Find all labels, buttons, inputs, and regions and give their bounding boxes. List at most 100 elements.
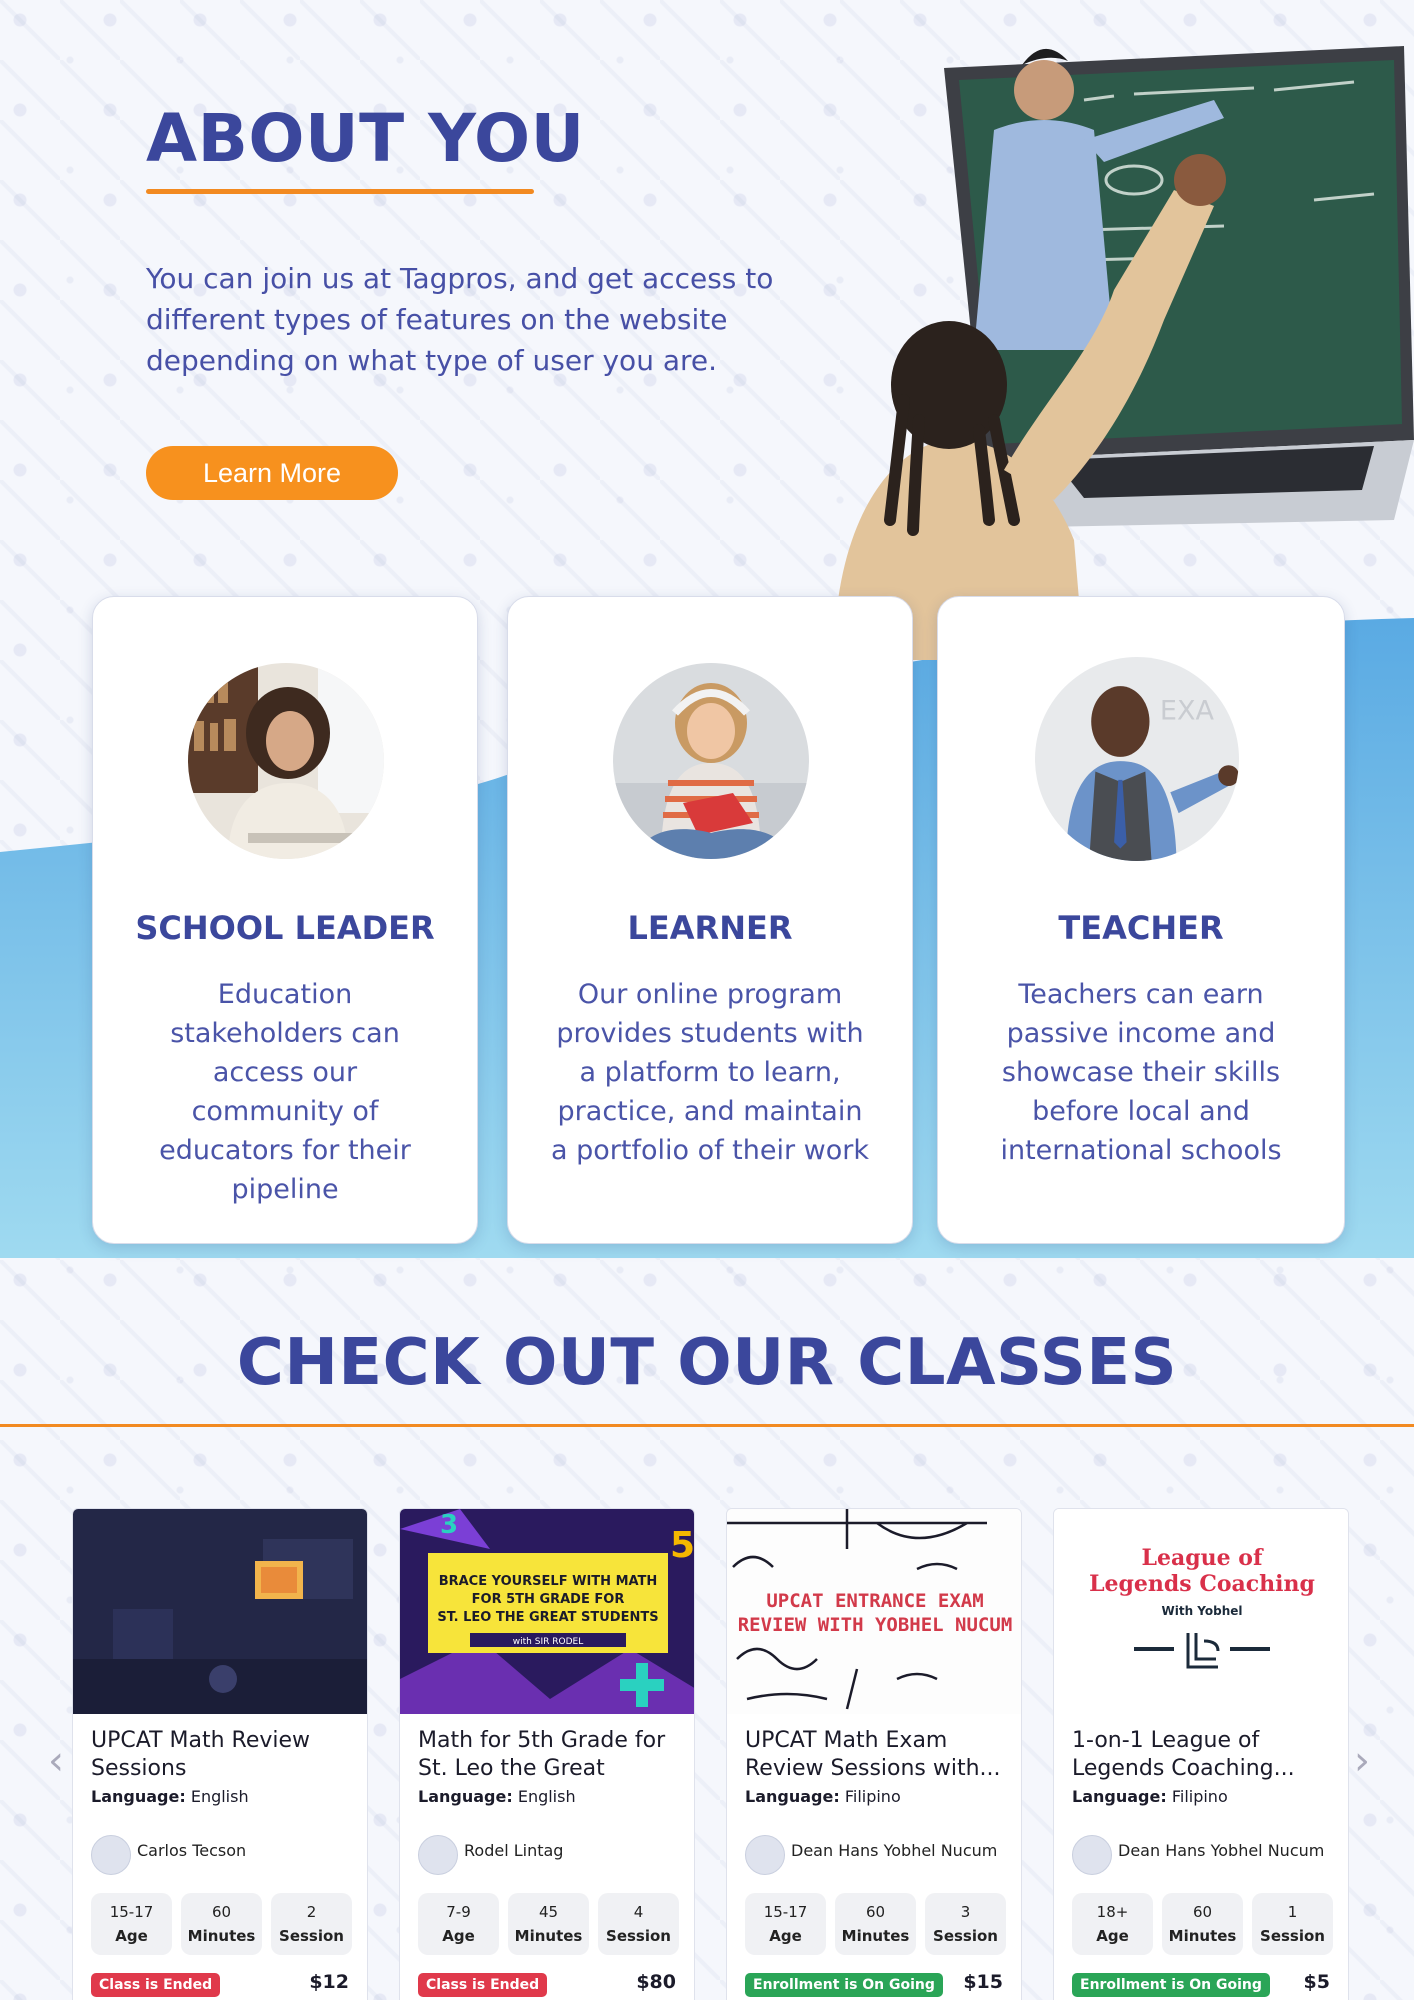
stat-label: Minutes xyxy=(841,1927,910,1945)
language-value: Filipino xyxy=(844,1787,901,1806)
role-description: Education stakeholders can access our co… xyxy=(159,979,411,1205)
stat-age: 15-17 Age xyxy=(745,1893,826,1955)
class-price: $80 xyxy=(636,1971,676,1993)
status-badge: Enrollment is On Going xyxy=(745,1973,943,1997)
thumbnail-banner-with: with SIR RODEL xyxy=(513,1637,583,1647)
thumbnail-banner-line2: Legends Coaching xyxy=(1089,1571,1315,1597)
learn-more-button[interactable]: Learn More xyxy=(146,446,398,500)
class-card[interactable]: 3 5 BRACE YOURSELF WITH MATH FOR 5TH GRA… xyxy=(399,1508,695,2000)
thumbnail-banner-line1: League of xyxy=(1142,1545,1264,1571)
class-thumbnail: UPCAT ENTRANCE EXAM REVIEW WITH YOBHEL N… xyxy=(727,1509,1021,1714)
thumbnail-banner-line1: UPCAT ENTRANCE EXAM xyxy=(766,1590,983,1612)
language-value: English xyxy=(517,1787,576,1806)
avatar xyxy=(418,1835,458,1875)
class-language: Language: Filipino xyxy=(1072,1787,1228,1806)
stat-minutes: 60 Minutes xyxy=(1162,1893,1243,1955)
stat-value: 2 xyxy=(306,1903,317,1921)
carousel-next-icon[interactable]: › xyxy=(1354,1738,1370,1784)
stat-label: Age xyxy=(115,1927,148,1945)
svg-text:3: 3 xyxy=(440,1510,458,1540)
svg-text:EXA: EXA xyxy=(1160,695,1215,726)
language-label: Language: xyxy=(91,1787,186,1806)
class-teacher[interactable]: Rodel Lintag xyxy=(418,1835,563,1875)
stat-age: 18+ Age xyxy=(1072,1893,1153,1955)
class-price: $15 xyxy=(963,1971,1003,1993)
thumbnail-banner-line3: ST. LEO THE GREAT STUDENTS xyxy=(437,1610,658,1625)
class-price: $12 xyxy=(309,1971,349,1993)
class-card[interactable]: UPCAT Math Review Sessions Language: Eng… xyxy=(72,1508,368,2000)
stat-age: 7-9 Age xyxy=(418,1893,499,1955)
stat-session: 3 Session xyxy=(925,1893,1006,1955)
class-card[interactable]: League of Legends Coaching With Yobhel 1… xyxy=(1053,1508,1349,2000)
avatar xyxy=(91,1835,131,1875)
stat-age: 15-17 Age xyxy=(91,1893,172,1955)
classes-divider xyxy=(0,1424,1414,1427)
stat-label: Session xyxy=(933,1927,998,1945)
stat-label: Session xyxy=(279,1927,344,1945)
class-teacher[interactable]: Dean Hans Yobhel Nucum xyxy=(1072,1835,1324,1875)
stat-session: 4 Session xyxy=(598,1893,679,1955)
language-label: Language: xyxy=(418,1787,513,1806)
role-card-school-leader[interactable]: SCHOOL LEADER Education stakeholders can… xyxy=(92,596,478,1244)
thumbnail-banner-with: With Yobhel xyxy=(1161,1604,1242,1618)
stat-session: 1 Session xyxy=(1252,1893,1333,1955)
role-title: TEACHER xyxy=(1058,909,1224,947)
class-name: Math for 5th Grade for St. Leo the Great xyxy=(418,1728,666,1781)
class-thumbnail xyxy=(73,1509,367,1714)
class-name: 1-on-1 League of Legends Coaching... xyxy=(1072,1728,1295,1781)
stat-label: Session xyxy=(606,1927,671,1945)
carousel-prev-icon[interactable]: ‹ xyxy=(48,1738,64,1784)
role-description: Our online program provides students wit… xyxy=(550,979,870,1166)
stat-minutes: 60 Minutes xyxy=(181,1893,262,1955)
stat-value: 18+ xyxy=(1096,1903,1129,1921)
teacher-photo: EXA xyxy=(1035,657,1239,861)
stat-label: Age xyxy=(1096,1927,1129,1945)
role-card-learner[interactable]: LEARNER Our online program provides stud… xyxy=(507,596,913,1244)
class-thumbnail: 3 5 BRACE YOURSELF WITH MATH FOR 5TH GRA… xyxy=(400,1509,695,1714)
class-stats: 15-17 Age 60 Minutes 2 Session xyxy=(91,1893,352,1955)
avatar xyxy=(745,1835,785,1875)
stat-value: 60 xyxy=(211,1903,232,1921)
class-name: UPCAT Math Exam Review Sessions with... xyxy=(745,1728,1001,1781)
role-card-teacher[interactable]: EXA TEACHER Teachers can earn passive in… xyxy=(937,596,1345,1244)
teacher-name: Dean Hans Yobhel Nucum xyxy=(1118,1840,1325,1860)
avatar xyxy=(1072,1835,1112,1875)
class-language: Language: Filipino xyxy=(745,1787,901,1806)
thumbnail-banner-line2: FOR 5TH GRADE FOR xyxy=(472,1592,625,1607)
class-name: UPCAT Math Review Sessions xyxy=(91,1728,311,1781)
stat-value: 15-17 xyxy=(763,1903,808,1921)
svg-text:5: 5 xyxy=(670,1525,695,1566)
role-title: LEARNER xyxy=(627,909,793,947)
teacher-name: Carlos Tecson xyxy=(137,1840,247,1860)
language-label: Language: xyxy=(745,1787,840,1806)
status-badge: Enrollment is On Going xyxy=(1072,1973,1270,1997)
stat-value: 3 xyxy=(960,1903,971,1921)
thumbnail-banner-line2: REVIEW WITH YOBHEL NUCUM xyxy=(738,1614,1013,1636)
school-leader-photo xyxy=(188,663,384,859)
stat-value: 60 xyxy=(865,1903,886,1921)
thumbnail-banner-line1: BRACE YOURSELF WITH MATH xyxy=(439,1574,658,1589)
stat-label: Age xyxy=(442,1927,475,1945)
learner-photo xyxy=(613,663,809,859)
teacher-name: Dean Hans Yobhel Nucum xyxy=(791,1840,998,1860)
status-badge: Class is Ended xyxy=(418,1973,548,1997)
stat-label: Age xyxy=(769,1927,802,1945)
stat-value: 7-9 xyxy=(446,1903,471,1921)
stat-value: 60 xyxy=(1192,1903,1213,1921)
teacher-name: Rodel Lintag xyxy=(464,1840,564,1860)
role-description: Teachers can earn passive income and sho… xyxy=(1000,979,1282,1166)
stat-minutes: 60 Minutes xyxy=(835,1893,916,1955)
stat-value: 4 xyxy=(633,1903,644,1921)
class-price: $5 xyxy=(1303,1971,1330,1993)
language-value: Filipino xyxy=(1171,1787,1228,1806)
role-title: SCHOOL LEADER xyxy=(135,909,435,947)
stat-value: 1 xyxy=(1287,1903,1298,1921)
class-card[interactable]: UPCAT ENTRANCE EXAM REVIEW WITH YOBHEL N… xyxy=(726,1508,1022,2000)
language-value: English xyxy=(190,1787,249,1806)
class-stats: 7-9 Age 45 Minutes 4 Session xyxy=(418,1893,679,1955)
class-teacher[interactable]: Carlos Tecson xyxy=(91,1835,246,1875)
class-language: Language: English xyxy=(418,1787,576,1806)
stat-label: Minutes xyxy=(187,1927,256,1945)
class-teacher[interactable]: Dean Hans Yobhel Nucum xyxy=(745,1835,997,1875)
title-underline xyxy=(146,189,534,194)
